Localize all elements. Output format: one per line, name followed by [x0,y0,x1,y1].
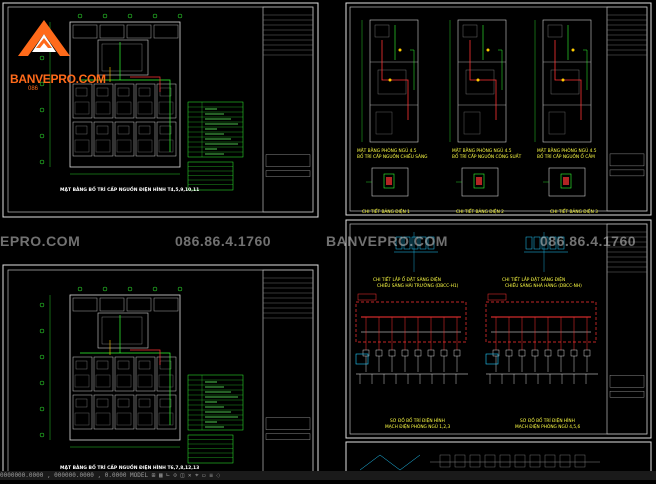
sheet3-title: MẶT BẰNG BỐ TRÍ CẤP NGUỒN ĐIỆN HÌNH T6,7… [60,462,199,471]
watermark-phone-left: 086.86.4.1760 [175,233,272,249]
detail3-title: CHI TIẾT BẢNG ĐIỆN 3 [550,207,598,215]
logo-name: BANVEPRO.COM [10,72,106,86]
detail-b-title: CHI TIẾT LẮP ĐẶT SÀNG ĐIỆN [502,275,565,283]
diagram-b-title: SƠ ĐỒ BỐ TRÍ ĐIỆN HÌNH [520,415,575,424]
sheet-frame-3 [2,264,319,481]
status-bar: 0000000.0000 , 000000.0000 , 0.0000 MODE… [0,471,656,480]
cad-drawing-canvas[interactable]: MẶT BẰNG BỐ TRÍ CẤP NGUỒN ĐIỆN HÌNH T4,5… [0,0,656,483]
watermark-website-right: BANVEPRO.COM [326,233,448,249]
plan1-title: MẶT BẰNG PHÒNG NGỦ 4.5 [357,146,417,154]
banvepro-logo-icon [18,20,70,56]
room-plans [361,19,592,197]
watermark-website-left: EPRO.COM [0,233,81,249]
detail2-title: CHI TIẾT BẢNG ĐIỆN 2 [456,207,504,215]
detail-a-title: CHI TIẾT LẮP Ổ ĐẶT SÀNG ĐIỆN [373,275,441,283]
logo-phone: 086 [28,86,39,92]
floor-plan-3 [39,286,244,464]
plan3-title: MẶT BẰNG PHÒNG NGỦ 4.5 [537,146,597,154]
plan2-title: MẶT BẰNG PHÒNG NGỦ 4.5 [452,146,512,154]
watermark-phone-right: 086.86.4.1760 [540,233,637,249]
sheet1-title: MẶT BẰNG BỐ TRÍ CẤP NGUỒN ĐIỆN HÌNH T4,5… [60,184,199,193]
detail1-title: CHI TIẾT BẢNG ĐIỆN 1 [362,207,410,215]
diagram-a-title: SƠ ĐỒ BỐ TRÍ ĐIỆN HÌNH [390,415,445,424]
